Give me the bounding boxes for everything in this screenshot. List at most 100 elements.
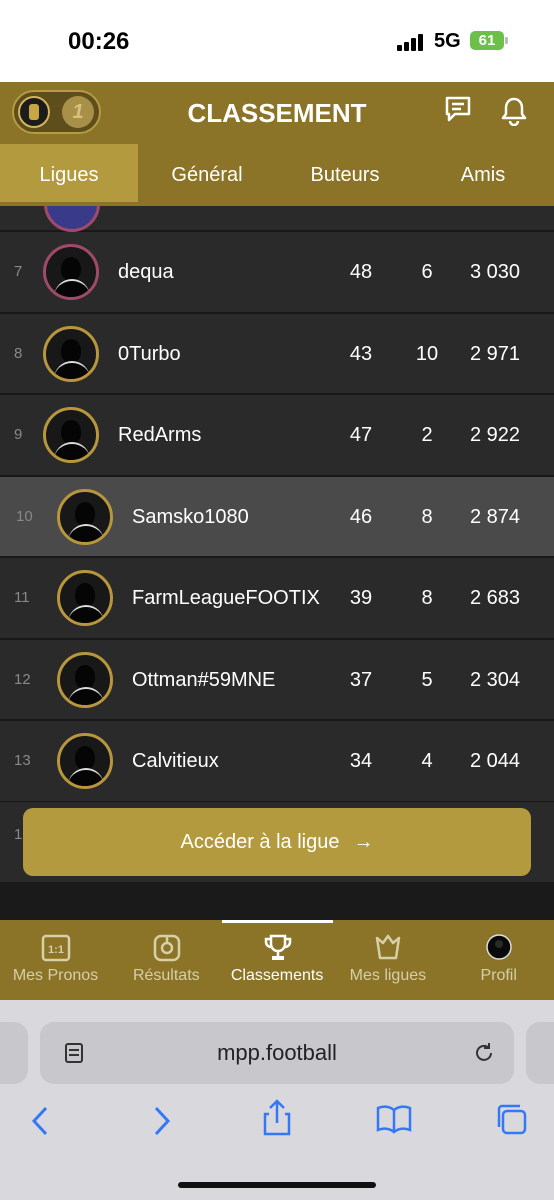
battery-icon: 61 xyxy=(470,31,508,50)
avatar-silhouette-icon xyxy=(75,501,95,526)
ranking-row[interactable]: 7 dequa 48 6 3 030 xyxy=(0,232,554,314)
tab-general[interactable]: Général xyxy=(138,144,276,202)
row-name: Samsko1080 xyxy=(132,477,275,557)
player-name: FarmLeagueFOOTIX xyxy=(132,587,320,609)
player-name: RedArms xyxy=(118,424,202,446)
row-col-2: 5 xyxy=(421,668,433,691)
avatar-shoulders xyxy=(54,442,90,460)
row-col-2: 2 xyxy=(421,424,433,446)
share-icon[interactable] xyxy=(260,1098,294,1138)
flag-be-icon xyxy=(223,749,245,771)
nav-label: Mes ligues xyxy=(349,967,427,984)
app-header: 1 CLASSEMENT xyxy=(0,82,554,144)
nav-label: Résultats xyxy=(132,967,200,984)
avatar xyxy=(43,325,99,382)
tabs-icon[interactable] xyxy=(494,1102,528,1136)
avatar xyxy=(43,244,99,300)
avatar-shoulders xyxy=(54,360,90,379)
row-col-1: 46 xyxy=(349,505,373,528)
access-league-label: Accéder à la ligue xyxy=(180,831,340,853)
avatar xyxy=(44,206,100,232)
tab-ligues[interactable]: Ligues xyxy=(0,144,138,202)
results-icon xyxy=(153,934,181,962)
nav-mes-pronos[interactable]: 1:1 Mes Pronos xyxy=(0,920,111,1000)
ranking-row[interactable]: 10 Samsko1080 46 8 2 874 xyxy=(0,476,554,558)
access-league-button[interactable]: Accéder à la ligue → xyxy=(23,808,531,876)
ranking-row[interactable]: 8 0Turbo 43 10 2 971 xyxy=(0,313,554,395)
player-name: Ottman#59MNE xyxy=(132,668,276,691)
row-rank: 12 xyxy=(14,670,31,688)
avatar-shoulders xyxy=(68,605,104,623)
row-col-2: 4 xyxy=(421,750,433,772)
row-points: 2 874 xyxy=(470,505,521,528)
row-points: 3 030 xyxy=(470,261,521,283)
player-name: 0Turbo xyxy=(118,342,181,365)
nav-label: Mes Pronos xyxy=(12,967,99,984)
tab-bar: Ligues Général Buteurs Amis xyxy=(0,144,554,206)
nav-resultats[interactable]: Résultats xyxy=(111,920,222,1000)
avatar-silhouette-icon xyxy=(75,664,95,689)
row-rank-partial: 1 xyxy=(14,826,23,843)
avatar xyxy=(57,733,113,789)
row-name: Calvitieux xyxy=(132,721,245,801)
back-icon[interactable] xyxy=(28,1104,54,1138)
flag-es-icon xyxy=(279,668,301,690)
flag-it-icon xyxy=(253,505,275,527)
url-bar[interactable]: mpp.football xyxy=(40,1022,514,1084)
row-rank: 13 xyxy=(14,752,31,769)
row-name: RedArms xyxy=(118,395,227,475)
row-col-2: 6 xyxy=(421,261,433,283)
nav-classements[interactable]: Classements xyxy=(221,920,333,1000)
avatar-silhouette-icon xyxy=(75,746,95,770)
avatar-icon xyxy=(486,934,512,960)
next-tab-pill[interactable] xyxy=(526,1022,554,1084)
bookmarks-icon[interactable] xyxy=(376,1104,412,1134)
ranking-row[interactable]: 11 FarmLeagueFOOTIX 39 8 2 683 xyxy=(0,558,554,640)
row-rank: 11 xyxy=(14,589,30,606)
avatar-shoulders xyxy=(68,523,104,542)
avatar xyxy=(57,488,113,545)
nav-profil[interactable]: Profil xyxy=(443,920,554,1000)
tab-buteurs[interactable]: Buteurs xyxy=(276,144,414,202)
nav-label: Classements xyxy=(230,967,324,984)
bell-icon[interactable] xyxy=(500,96,528,126)
player-name: Samsko1080 xyxy=(132,505,249,528)
bottom-nav: 1:1 Mes Pronos Résultats Classements Mes… xyxy=(0,920,554,1000)
avatar xyxy=(43,407,99,463)
flag-it-icon xyxy=(185,342,207,364)
svg-text:1:1: 1:1 xyxy=(48,944,64,956)
nav-mes-ligues[interactable]: Mes ligues xyxy=(332,920,443,1000)
flag-it-icon xyxy=(205,423,227,445)
row-points: 2 683 xyxy=(470,587,521,609)
url-text: mpp.football xyxy=(217,1040,337,1065)
avatar-silhouette-icon xyxy=(61,257,81,281)
row-name: 0Turbo xyxy=(118,314,207,394)
row-col-2: 8 xyxy=(421,587,433,609)
reload-icon[interactable] xyxy=(472,1041,496,1065)
flag-co-icon xyxy=(324,586,346,608)
row-rank: 7 xyxy=(14,263,23,280)
partial-row xyxy=(0,206,554,232)
prev-tab-pill[interactable] xyxy=(0,1022,28,1084)
forward-icon[interactable] xyxy=(148,1104,174,1138)
row-col-1: 37 xyxy=(349,668,373,691)
ranking-row[interactable]: 12 Ottman#59MNE 37 5 2 304 xyxy=(0,639,554,721)
tab-amis[interactable]: Amis xyxy=(414,144,552,202)
chat-icon[interactable] xyxy=(444,96,472,122)
ranking-row[interactable]: 13 Calvitieux 34 4 2 044 xyxy=(0,721,554,803)
row-col-1: 47 xyxy=(349,424,373,446)
row-col-1: 34 xyxy=(349,750,373,772)
flag-ba-icon xyxy=(178,260,200,282)
avatar xyxy=(57,570,113,626)
ranking-row[interactable]: 9 RedArms 47 2 2 922 xyxy=(0,395,554,477)
avatar-silhouette-icon xyxy=(61,420,81,444)
match-icon: 1:1 xyxy=(41,934,71,962)
avatar xyxy=(57,651,113,708)
avatar-shoulders xyxy=(68,686,104,705)
signal-icon xyxy=(397,34,425,51)
row-points: 2 304 xyxy=(470,668,521,691)
avatar-shoulders xyxy=(54,279,90,297)
arrow-right-icon: → xyxy=(353,831,374,853)
row-name: Ottman#59MNE xyxy=(132,640,301,720)
avatar-silhouette-icon xyxy=(75,583,95,607)
